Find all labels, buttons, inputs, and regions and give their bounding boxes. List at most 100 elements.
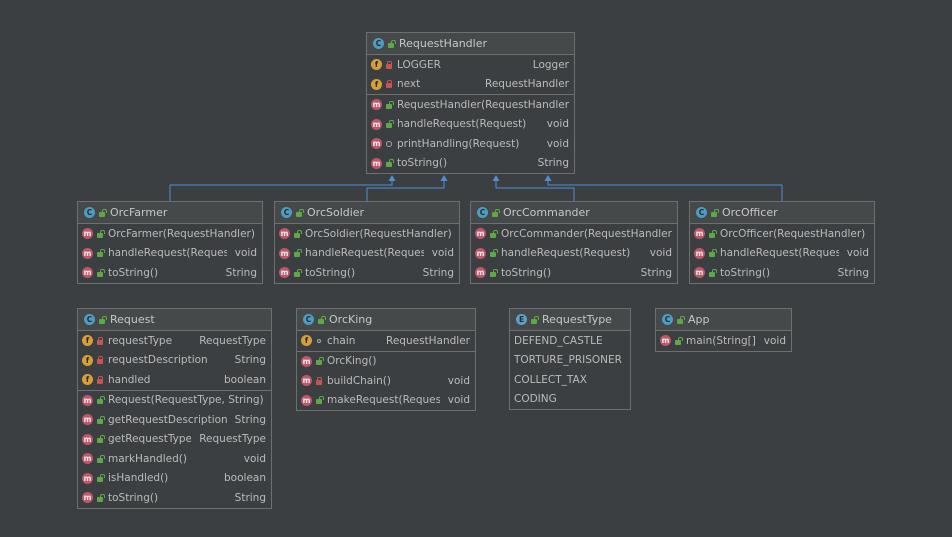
field-row[interactable]: f chain RequestHandler [297,331,475,351]
method-row[interactable]: m toString() String [78,263,262,283]
class-header: C App [656,309,791,331]
class-section: m main(String[]) void [656,331,791,351]
method-row[interactable]: m handleRequest(Request) void [690,244,874,264]
class-header: C OrcOfficer [690,202,874,224]
method-row[interactable]: m Request(RequestType, String) [78,391,271,411]
method-row[interactable]: m handleRequest(Request) void [78,244,262,264]
member-name: RequestHandler(RequestHandler) [397,98,569,111]
member-name: toString() [501,266,552,279]
field-icon: f [371,78,382,90]
class-box-orc-officer[interactable]: C OrcOfficer m OrcOfficer(RequestHandler) m h… [689,201,875,284]
method-row[interactable]: m buildChain() void [297,371,475,391]
member-type: void [846,247,869,260]
method-row[interactable]: m OrcSoldier(RequestHandler) [275,224,459,244]
method-row[interactable]: m isHandled() boolean [78,469,271,489]
public-visibility-icon [385,120,393,129]
class-name: Request [110,313,155,326]
method-row[interactable]: m handleRequest(Request) void [471,244,677,264]
method-row[interactable]: m RequestHandler(RequestHandler) [367,95,574,115]
method-row[interactable]: m toString() String [690,263,874,283]
field-row[interactable]: f requestDescription String [78,351,271,371]
method-row[interactable]: m toString() String [367,154,574,174]
enum-constant-row[interactable]: TORTURE_PRISONER [510,351,630,371]
public-visibility-icon [489,230,497,238]
public-visibility-icon [710,209,718,217]
class-box-orc-king[interactable]: C OrcKing f chain RequestHandler m OrcKing() m b… [296,308,476,411]
class-box-orc-commander[interactable]: C OrcCommander m OrcCommander(RequestHandle… [470,201,678,284]
member-name: chain [327,334,356,347]
public-visibility-icon [96,269,104,277]
field-row[interactable]: f next RequestHandler [367,75,574,95]
member-name: requestDescription [108,354,208,367]
member-name: LOGGER [397,58,441,71]
method-row[interactable]: m main(String[]) void [656,331,791,351]
method-row[interactable]: m getRequestType() RequestType [78,430,271,450]
member-name: OrcOfficer(RequestHandler) [720,227,866,240]
member-type: String [234,491,266,504]
method-icon: m [371,118,382,130]
class-box-orc-farmer[interactable]: C OrcFarmer m OrcFarmer(RequestHandler) m han… [77,201,263,284]
uml-class-diagram: C RequestHandler f LOGGER Logger f next Request… [0,0,952,537]
enum-constant-row[interactable]: DEFEND_CASTLE [510,331,630,351]
field-row[interactable]: f requestType RequestType [78,331,271,351]
field-icon: f [301,335,312,347]
class-section: m OrcKing() m buildChain() void m makeRequest(… [297,352,475,411]
field-icon: f [82,354,93,366]
method-row[interactable]: m handleRequest(Request) void [275,244,459,264]
enum-icon: E [516,314,527,325]
method-row[interactable]: m handleRequest(Request) void [367,115,574,135]
member-name: OrcSoldier(RequestHandler) [305,227,452,240]
class-box-request-type[interactable]: E RequestType DEFEND_CASTLE TORTURE_PRISONE… [509,308,631,410]
method-row[interactable]: m printHandling(Request) void [367,134,574,154]
method-row[interactable]: m makeRequest(Request) void [297,391,475,411]
method-icon: m [371,138,382,150]
method-row[interactable]: m markHandled() void [78,449,271,469]
method-row[interactable]: m toString() String [471,263,677,283]
class-box-app[interactable]: C App m main(String[]) void [655,308,792,352]
public-visibility-icon [98,209,106,217]
class-box-orc-soldier[interactable]: C OrcSoldier m OrcSoldier(RequestHandler) m h… [274,201,460,284]
method-icon: m [82,414,93,426]
class-box-request-handler[interactable]: C RequestHandler f LOGGER Logger f next Request… [366,32,575,174]
field-row[interactable]: f LOGGER Logger [367,55,574,75]
protected-visibility-icon [385,140,393,148]
public-visibility-icon [315,396,323,405]
enum-constant-row[interactable]: COLLECT_TAX [510,370,630,390]
class-section: f LOGGER Logger f next RequestHandler [367,55,574,95]
enum-constant-row[interactable]: CODING [510,390,630,410]
method-icon: m [82,267,93,279]
public-visibility-icon [96,494,104,502]
class-name: RequestType [542,313,612,326]
class-icon: C [696,207,707,218]
public-visibility-icon [489,269,497,277]
member-type: String [837,266,869,279]
method-row[interactable]: m OrcOfficer(RequestHandler) [690,224,874,244]
method-row[interactable]: m OrcCommander(RequestHandler) [471,224,677,244]
method-row[interactable]: m toString() String [78,488,271,508]
inheritance-arrowhead-orc-commander [492,175,500,181]
member-name: TORTURE_PRISONER [514,354,622,367]
class-name: OrcCommander [503,206,590,219]
member-type: RequestHandler [386,334,470,347]
class-box-request[interactable]: C Request f requestType RequestType f requestD… [77,308,272,509]
member-name: buildChain() [327,374,392,387]
member-name: toString() [108,266,159,279]
member-type: Logger [532,58,569,71]
member-type: void [447,394,470,407]
field-icon: f [371,59,382,71]
inheritance-arrowhead-orc-officer [544,175,552,181]
field-row[interactable]: f handled boolean [78,370,271,390]
method-row[interactable]: m OrcFarmer(RequestHandler) [78,224,262,244]
member-name: next [397,78,421,91]
method-row[interactable]: m getRequestDescription() String [78,410,271,430]
method-icon: m [371,157,382,169]
method-row[interactable]: m OrcKing() [297,352,475,372]
class-section: m OrcFarmer(RequestHandler) m handleRequest… [78,224,262,283]
method-row[interactable]: m toString() String [275,263,459,283]
member-type: String [422,266,454,279]
class-header: C OrcSoldier [275,202,459,224]
class-section: m Request(RequestType, String) m getRequest… [78,391,271,508]
method-icon: m [694,228,705,240]
member-name: toString() [397,157,448,170]
private-visibility-icon [385,80,393,89]
